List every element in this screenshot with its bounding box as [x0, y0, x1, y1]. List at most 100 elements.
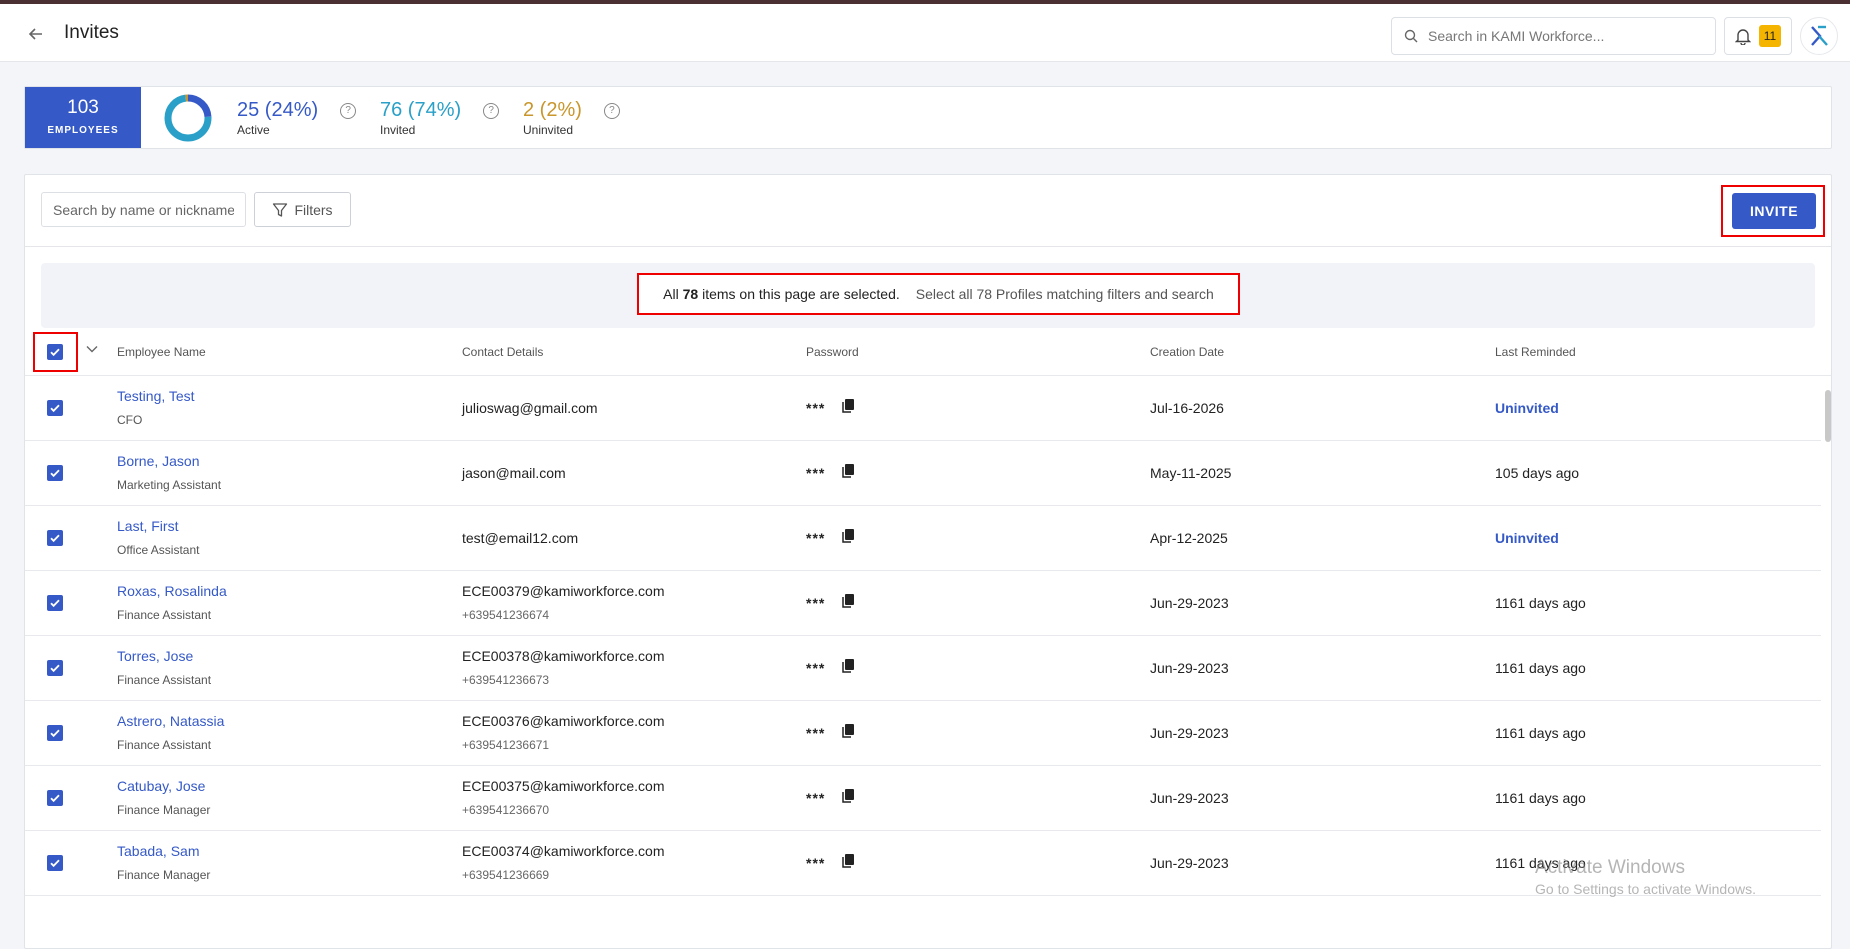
table-header: Employee Name Contact Details Password C…	[25, 329, 1831, 376]
invite-button[interactable]: INVITE	[1732, 193, 1816, 229]
app-header: Invites 11	[0, 4, 1850, 62]
selection-status-text: All 78 items on this page are selected.	[663, 286, 900, 302]
check-icon	[50, 859, 60, 868]
employee-name-link[interactable]: Astrero, Natassia	[117, 713, 224, 729]
employee-name-link[interactable]: Testing, Test	[117, 388, 195, 404]
help-icon[interactable]: ?	[603, 102, 620, 119]
name-search-input[interactable]	[41, 192, 246, 227]
employee-phone: +639541236670	[462, 803, 550, 817]
creation-date: Jul-16-2026	[1150, 400, 1224, 416]
filter-icon	[273, 202, 288, 217]
last-reminded[interactable]: Uninvited	[1495, 530, 1559, 546]
employee-job-title: Finance Assistant	[117, 673, 212, 687]
status-donut-chart	[164, 94, 212, 142]
copy-icon[interactable]	[841, 788, 855, 804]
stat-uninvited: 2 (2%)? Uninvited	[523, 99, 620, 137]
selection-message: All 78 items on this page are selected. …	[637, 273, 1240, 315]
row-checkbox[interactable]	[47, 595, 63, 611]
stat-uninvited-value: 2 (2%)	[523, 99, 582, 121]
employee-name-link[interactable]: Roxas, Rosalinda	[117, 583, 227, 599]
employee-job-title: Finance Assistant	[117, 738, 212, 752]
stat-uninvited-label: Uninvited	[523, 123, 574, 137]
copy-icon[interactable]	[841, 593, 855, 609]
table-row[interactable]: Last, First Office Assistant test@email12.…	[25, 506, 1821, 571]
table-row[interactable]: Astrero, Natassia Finance Assistant ECE003…	[25, 701, 1821, 766]
copy-icon[interactable]	[841, 658, 855, 674]
table-row[interactable]: Roxas, Rosalinda Finance Assistant ECE0037…	[25, 571, 1821, 636]
help-icon[interactable]: ?	[340, 102, 357, 119]
select-all-matching-link[interactable]: Select all 78 Profiles matching filters …	[916, 286, 1214, 302]
check-icon	[50, 664, 60, 673]
row-checkbox[interactable]	[47, 790, 63, 806]
watermark-line-1: Activate Windows	[1535, 857, 1685, 878]
row-checkbox[interactable]	[47, 465, 63, 481]
global-search-input[interactable]	[1428, 28, 1698, 44]
notifications-button[interactable]: 11	[1724, 17, 1792, 55]
employee-phone: +639541236671	[462, 738, 550, 752]
last-reminded: 1161 days ago	[1495, 790, 1586, 806]
table-toolbar: Filters INVITE	[25, 175, 1831, 247]
creation-date: May-11-2025	[1150, 465, 1232, 481]
bell-icon	[1735, 29, 1751, 45]
column-header-contact-details[interactable]: Contact Details	[462, 345, 543, 359]
employee-job-title: Finance Manager	[117, 803, 211, 817]
employee-name-link[interactable]: Last, First	[117, 518, 178, 534]
back-button[interactable]	[22, 20, 50, 48]
column-header-password[interactable]: Password	[806, 345, 859, 359]
notification-count-badge: 11	[1759, 25, 1781, 47]
row-checkbox[interactable]	[47, 400, 63, 416]
table-scrollbar[interactable]	[1825, 390, 1831, 442]
app-logo[interactable]	[1800, 17, 1838, 55]
check-icon	[50, 794, 60, 803]
employees-count: 103	[67, 97, 99, 118]
row-checkbox[interactable]	[47, 660, 63, 676]
table-row[interactable]: Catubay, Jose Finance Manager ECE00375@kam…	[25, 766, 1821, 831]
table-row[interactable]: Borne, Jason Marketing Assistant jason@mai…	[25, 441, 1821, 506]
last-reminded[interactable]: Uninvited	[1495, 400, 1559, 416]
global-search[interactable]	[1391, 17, 1716, 55]
chevron-down-icon[interactable]	[85, 342, 99, 356]
creation-date: Jun-29-2023	[1150, 725, 1229, 741]
column-header-employee-name[interactable]: Employee Name	[117, 345, 206, 359]
employee-name-link[interactable]: Borne, Jason	[117, 453, 200, 469]
copy-icon[interactable]	[841, 398, 855, 414]
table-row[interactable]: Torres, Jose Finance Assistant ECE00378@ka…	[25, 636, 1821, 701]
employee-email: julioswag@gmail.com	[462, 400, 598, 416]
password-masked: ***	[806, 595, 826, 611]
employees-total-card: 103 EMPLOYEES	[25, 87, 141, 148]
password-masked: ***	[806, 660, 826, 676]
page-title: Invites	[64, 22, 119, 43]
selection-banner: All 78 items on this page are selected. …	[41, 263, 1815, 328]
filters-button[interactable]: Filters	[254, 192, 351, 227]
invites-panel: Filters INVITE All 78 items on this page…	[24, 174, 1832, 949]
stat-invited-value: 76 (74%)	[380, 99, 462, 121]
invites-table-body: Testing, Test CFO julioswag@gmail.com *** Ju…	[25, 376, 1821, 896]
select-all-checkbox[interactable]	[47, 344, 63, 360]
creation-date: Jun-29-2023	[1150, 660, 1229, 676]
copy-icon[interactable]	[841, 528, 855, 544]
employee-name-link[interactable]: Catubay, Jose	[117, 778, 205, 794]
employee-name-link[interactable]: Torres, Jose	[117, 648, 193, 664]
employee-name-link[interactable]: Tabada, Sam	[117, 843, 200, 859]
column-header-last-reminded[interactable]: Last Reminded	[1495, 345, 1576, 359]
check-icon	[50, 534, 60, 543]
column-header-creation-date[interactable]: Creation Date	[1150, 345, 1224, 359]
help-icon[interactable]: ?	[483, 102, 500, 119]
employee-email: test@email12.com	[462, 530, 579, 546]
row-checkbox[interactable]	[47, 725, 63, 741]
password-masked: ***	[806, 530, 826, 546]
check-icon	[50, 599, 60, 608]
kami-logo-icon	[1811, 25, 1828, 46]
employee-email: ECE00376@kamiworkforce.com	[462, 713, 665, 729]
copy-icon[interactable]	[841, 463, 855, 479]
employee-phone: +639541236674	[462, 608, 550, 622]
table-row[interactable]: Testing, Test CFO julioswag@gmail.com *** Ju…	[25, 376, 1821, 441]
row-checkbox[interactable]	[47, 530, 63, 546]
row-checkbox[interactable]	[47, 855, 63, 871]
copy-icon[interactable]	[841, 723, 855, 739]
check-icon	[50, 729, 60, 738]
selected-count: 78	[682, 286, 699, 302]
employee-phone: +639541236673	[462, 673, 550, 687]
copy-icon[interactable]	[841, 853, 855, 869]
stat-invited-label: Invited	[380, 123, 416, 137]
